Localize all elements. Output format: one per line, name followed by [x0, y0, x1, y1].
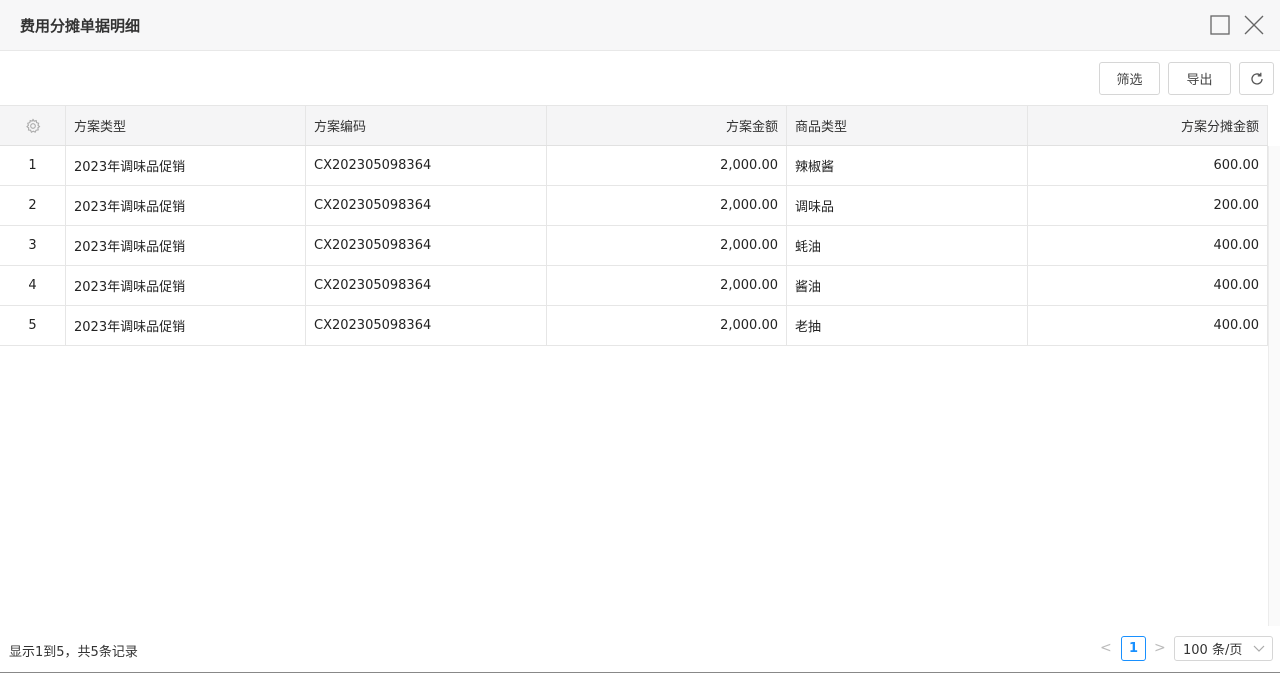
plan-code-cell: CX202305098364 [306, 226, 547, 265]
plan-amount-cell: 2,000.00 [547, 146, 787, 185]
plan-type-cell: 2023年调味品促销 [66, 306, 306, 345]
product-type-cell: 调味品 [787, 186, 1028, 225]
table-row[interactable]: 2 2023年调味品促销 CX202305098364 2,000.00 调味品… [0, 186, 1268, 226]
plan-amount-cell: 2,000.00 [547, 306, 787, 345]
plan-code-cell: CX202305098364 [306, 146, 547, 185]
close-icon [1244, 15, 1264, 35]
record-summary: 显示1到5，共5条记录 [9, 645, 138, 660]
plan-type-cell: 2023年调味品促销 [66, 146, 306, 185]
product-type-cell: 酱油 [787, 266, 1028, 305]
plan-amount-cell: 2,000.00 [547, 226, 787, 265]
chevron-down-icon [1253, 645, 1265, 652]
column-settings-button[interactable] [0, 106, 66, 145]
product-type-cell: 老抽 [787, 306, 1028, 345]
next-page-button[interactable]: > [1154, 640, 1166, 656]
dialog-title: 费用分摊单据明细 [20, 17, 141, 35]
page-size-select[interactable]: 100 条/页 [1174, 636, 1273, 661]
gear-icon [25, 117, 40, 133]
column-header-plan-type[interactable]: 方案类型 [66, 106, 306, 145]
maximize-icon [1210, 15, 1230, 35]
column-header-plan-amount[interactable]: 方案金额 [547, 106, 787, 145]
allocated-amount-cell: 400.00 [1028, 226, 1268, 265]
export-button[interactable]: 导出 [1168, 62, 1231, 95]
plan-code-cell: CX202305098364 [306, 306, 547, 345]
table-header-row: 方案类型 方案编码 方案金额 商品类型 方案分摊金额 [0, 105, 1268, 146]
column-header-plan-code[interactable]: 方案编码 [306, 106, 547, 145]
maximize-button[interactable] [1208, 13, 1232, 37]
page-1-button[interactable]: 1 [1121, 636, 1146, 661]
table-row[interactable]: 5 2023年调味品促销 CX202305098364 2,000.00 老抽 … [0, 306, 1268, 346]
column-header-allocated-amount[interactable]: 方案分摊金额 [1028, 106, 1268, 145]
product-type-cell: 蚝油 [787, 226, 1028, 265]
plan-amount-cell: 2,000.00 [547, 186, 787, 225]
plan-code-cell: CX202305098364 [306, 266, 547, 305]
plan-type-cell: 2023年调味品促销 [66, 226, 306, 265]
dialog-titlebar: 费用分摊单据明细 [0, 0, 1280, 51]
allocated-amount-cell: 600.00 [1028, 146, 1268, 185]
allocated-amount-cell: 200.00 [1028, 186, 1268, 225]
row-index: 1 [0, 146, 66, 185]
prev-page-button[interactable]: < [1100, 640, 1112, 656]
toolbar: 筛选 导出 [0, 51, 1280, 105]
close-button[interactable] [1242, 13, 1266, 37]
allocated-amount-cell: 400.00 [1028, 306, 1268, 345]
refresh-button[interactable] [1239, 62, 1274, 95]
row-index: 5 [0, 306, 66, 345]
row-index: 2 [0, 186, 66, 225]
cost-allocation-dialog: 费用分摊单据明细 筛选 导出 方案类型 方案编码 方案金额 商品类型 方案分摊金… [0, 0, 1280, 673]
row-index: 3 [0, 226, 66, 265]
table-row[interactable]: 1 2023年调味品促销 CX202305098364 2,000.00 辣椒酱… [0, 146, 1268, 186]
plan-type-cell: 2023年调味品促销 [66, 266, 306, 305]
product-type-cell: 辣椒酱 [787, 146, 1028, 185]
refresh-icon [1250, 72, 1263, 85]
plan-amount-cell: 2,000.00 [547, 266, 787, 305]
table-vertical-scrollbar[interactable] [1268, 146, 1280, 626]
plan-type-cell: 2023年调味品促销 [66, 186, 306, 225]
table-row[interactable]: 4 2023年调味品促销 CX202305098364 2,000.00 酱油 … [0, 266, 1268, 306]
page-size-value: 100 条/页 [1183, 643, 1243, 658]
table-footer: 显示1到5，共5条记录 < 1 > 100 条/页 [0, 627, 1280, 672]
plan-code-cell: CX202305098364 [306, 186, 547, 225]
filter-button[interactable]: 筛选 [1099, 62, 1160, 95]
column-header-product-type[interactable]: 商品类型 [787, 106, 1028, 145]
row-index: 4 [0, 266, 66, 305]
allocated-amount-cell: 400.00 [1028, 266, 1268, 305]
table-row[interactable]: 3 2023年调味品促销 CX202305098364 2,000.00 蚝油 … [0, 226, 1268, 266]
